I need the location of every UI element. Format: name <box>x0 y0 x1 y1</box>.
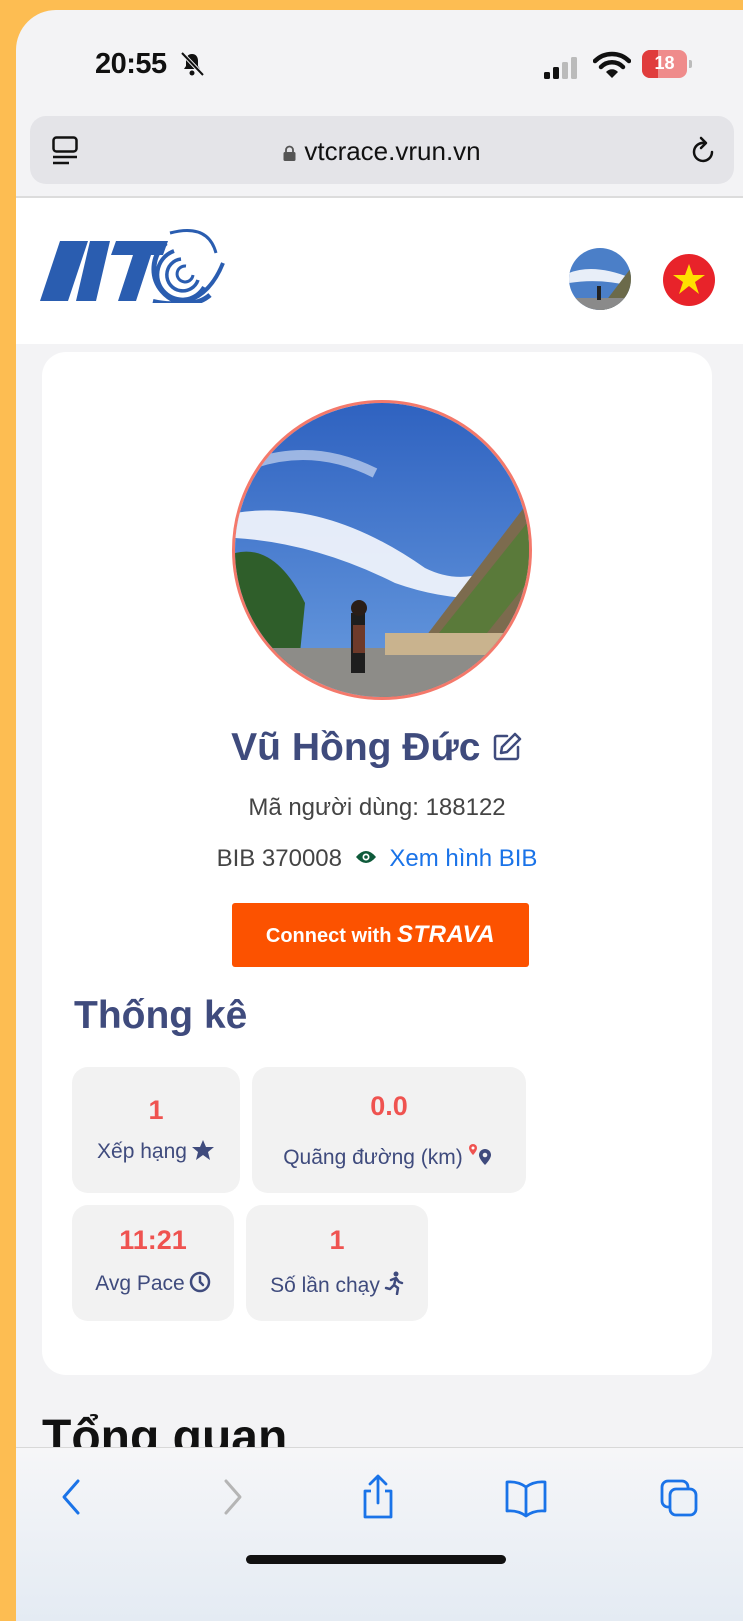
url-display[interactable]: vtcrace.vrun.vn <box>30 136 734 167</box>
stat-runs-label: Số lần chạy <box>246 1271 428 1298</box>
phone-screen: 20:55 18 vtcrace.vrun.vn Vũ Hồng Đức Mã … <box>16 10 743 1621</box>
wifi-icon <box>593 51 631 78</box>
bell-muted-icon <box>180 51 205 77</box>
back-icon[interactable] <box>52 1473 96 1521</box>
stat-runs-value: 1 <box>329 1225 345 1255</box>
stat-pace-value: 11:21 <box>119 1225 187 1255</box>
share-icon[interactable] <box>356 1473 400 1521</box>
stat-rank-label: Xếp hạng <box>72 1139 240 1164</box>
stat-distance-value: 0.0 <box>370 1091 408 1121</box>
lock-icon <box>283 145 296 161</box>
forward-icon[interactable] <box>208 1473 252 1521</box>
stat-rank-value: 1 <box>148 1095 164 1125</box>
home-indicator[interactable] <box>246 1555 506 1564</box>
name-row: Vũ Hồng Đức <box>42 726 712 770</box>
stat-distance-label: Quãng đường (km) <box>252 1143 526 1170</box>
tabs-icon[interactable] <box>658 1473 702 1521</box>
profile-photo <box>232 400 532 700</box>
eye-icon <box>355 851 376 863</box>
bib-row: BIB 370008 Xem hình BIB <box>42 845 712 873</box>
edit-icon[interactable] <box>491 731 523 763</box>
connect-strava-button[interactable]: Connect with STRAVA <box>232 903 529 967</box>
site-header <box>16 198 743 344</box>
runner-icon <box>384 1271 404 1295</box>
status-bar: 20:55 18 <box>16 10 743 115</box>
user-id: Mã người dùng: 188122 <box>248 794 506 821</box>
stat-run-count: 1 Số lần chạy <box>246 1205 428 1321</box>
cellular-signal-icon <box>544 57 577 79</box>
star-icon <box>191 1140 214 1160</box>
browser-toolbar <box>16 1447 743 1621</box>
url-text: vtcrace.vrun.vn <box>304 136 481 166</box>
vtc-logo[interactable] <box>38 223 228 303</box>
strava-button-prefix: Connect with <box>265 925 392 947</box>
status-time: 20:55 <box>95 48 167 80</box>
bib-number: BIB 370008 <box>216 845 342 872</box>
stat-avg-pace: 11:21 Avg Pace <box>72 1205 234 1321</box>
battery-level: 18 <box>654 53 675 73</box>
battery-indicator: 18 <box>642 50 692 78</box>
bookmarks-icon[interactable] <box>504 1473 548 1521</box>
user-name: Vũ Hồng Đức <box>231 726 481 769</box>
reload-icon[interactable] <box>690 136 718 166</box>
strava-brand: STRAVA <box>397 921 496 948</box>
stats-heading: Thống kê <box>74 994 248 1037</box>
route-pin-icon <box>468 1144 491 1165</box>
address-bar[interactable]: vtcrace.vrun.vn <box>30 116 734 184</box>
stat-rank: 1 Xếp hạng <box>72 1067 240 1193</box>
stat-pace-label: Avg Pace <box>72 1271 234 1296</box>
header-avatar[interactable] <box>569 248 631 310</box>
clock-icon <box>189 1271 210 1293</box>
profile-card: Vũ Hồng Đức Mã người dùng: 188122 BIB 37… <box>42 352 712 1375</box>
stat-distance: 0.0 Quãng đường (km) <box>252 1067 526 1193</box>
language-flag-icon[interactable] <box>663 254 715 306</box>
view-bib-link[interactable]: Xem hình BIB <box>389 845 537 872</box>
